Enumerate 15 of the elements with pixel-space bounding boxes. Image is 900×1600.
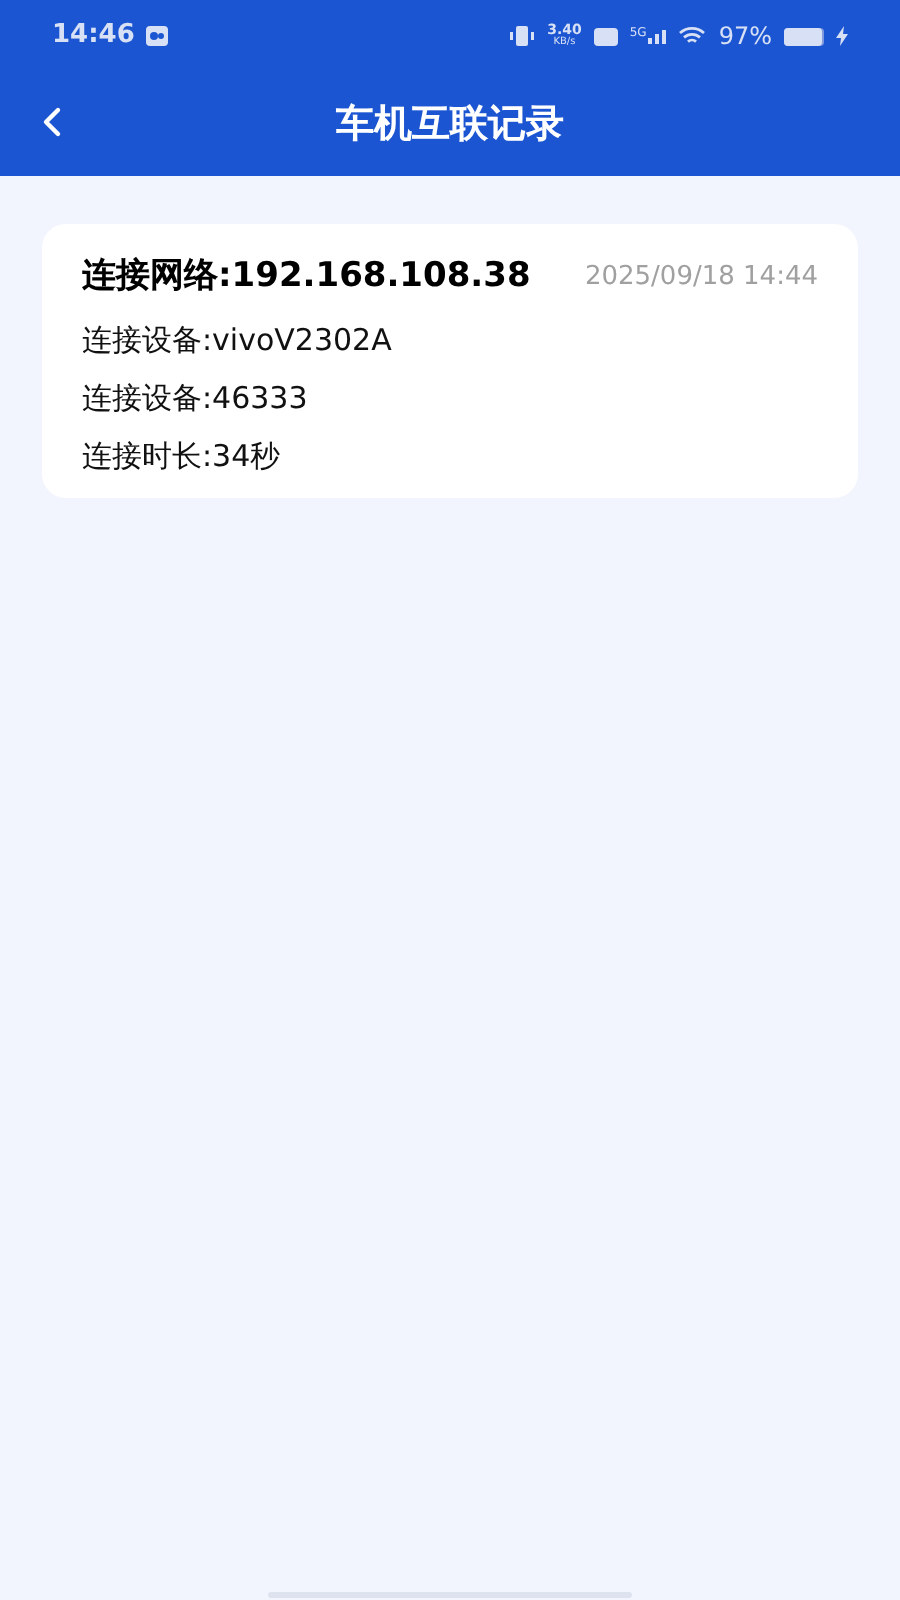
back-icon [42,106,62,138]
record-time: 2025/09/18 14:44 [584,260,818,296]
page-title: 车机互联记录 [336,99,564,150]
battery-percent: 97% [718,20,772,54]
record-network: 连接网络:192.168.108.38 [82,254,531,300]
record-detail: 连接设备:46333 [82,377,310,419]
status-time: 14:46 [52,18,135,55]
charging-icon [836,26,848,46]
notification-icon [146,26,169,46]
signal-icon [648,28,667,44]
wifi-icon [678,26,707,46]
battery-icon [784,27,824,45]
record-detail: 连接设备:vivoV2302A [82,319,394,361]
record-detail: 连接时长:34秒 [82,435,283,477]
vibrate-icon [507,26,536,46]
